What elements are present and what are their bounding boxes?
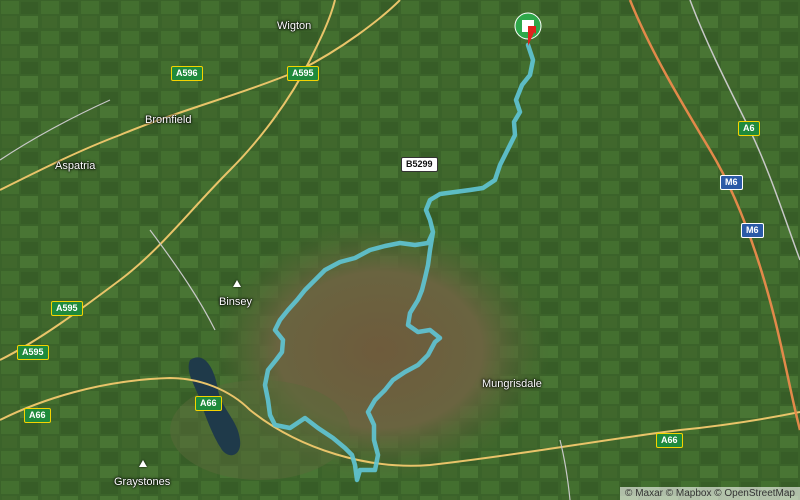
mountain-peak-icon [233,280,241,287]
mountain-peak-icon [139,460,147,467]
place-label-aspatria: Aspatria [55,160,96,172]
road-shield-m6: M6 [720,175,743,190]
road-shield-a6: A6 [738,121,760,136]
map-view[interactable]: Wigton Bromfield Aspatria Binsey Mungris… [0,0,800,500]
road-shield-b5299: B5299 [401,157,438,172]
road-shield-a595: A595 [51,301,83,316]
road-shield-a66: A66 [24,408,51,423]
place-label-bromfield: Bromfield [145,114,192,126]
road-shield-a596: A596 [171,66,203,81]
map-canvas[interactable] [0,0,800,500]
place-label-wigton: Wigton [277,20,312,32]
road-shield-a595: A595 [287,66,319,81]
place-label-mungrisdale: Mungrisdale [482,378,542,390]
place-label-graystones: Graystones [114,476,171,488]
road-shield-a66: A66 [656,433,683,448]
map-attribution[interactable]: © Maxar © Mapbox © OpenStreetMap [620,487,800,500]
start-finish-flag-icon[interactable] [514,12,542,52]
road-shield-m6: M6 [741,223,764,238]
place-label-binsey: Binsey [219,296,253,308]
road-shield-a595: A595 [17,345,49,360]
road-shield-a66: A66 [195,396,222,411]
